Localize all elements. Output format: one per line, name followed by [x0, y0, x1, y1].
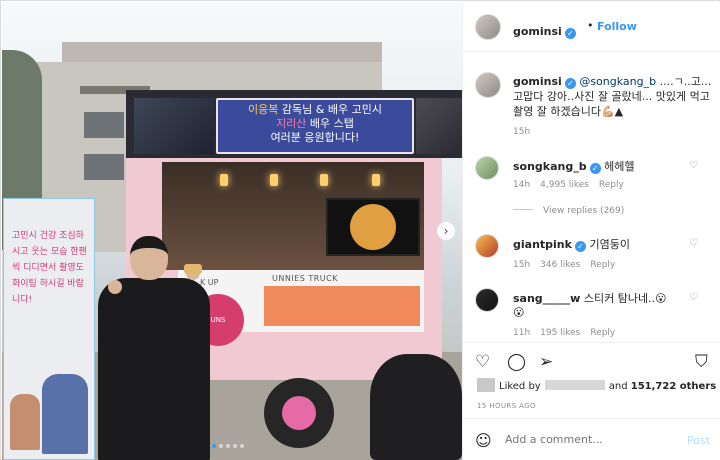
comment-meta: 15h 346 likes Reply — [513, 260, 625, 270]
heart-icon[interactable]: ♡ — [475, 353, 490, 371]
follow-button[interactable]: Follow — [597, 20, 637, 33]
person-hand — [108, 280, 122, 294]
comment-username[interactable]: giantpink — [513, 238, 572, 251]
post-photo[interactable]: 이응복 감독님 & 배우 고민시 지리산 배우 스탭 여러분 응원합니다! UN… — [2, 2, 462, 460]
emoji-icon[interactable]: ☺ — [475, 431, 492, 450]
comment-likes[interactable]: 346 likes — [540, 260, 580, 270]
pickup-label: K UP — [200, 278, 219, 287]
view-replies-line — [513, 209, 533, 210]
comment-username[interactable]: songkang_b — [513, 160, 587, 173]
banner-portrait-left — [134, 98, 214, 154]
liked-avatar[interactable] — [477, 378, 495, 392]
comment-emoji: 😮 — [513, 306, 525, 319]
comment-icon[interactable]: ◯ — [507, 353, 526, 371]
verified-icon: ✓ — [589, 163, 601, 174]
comment-avatar[interactable] — [475, 234, 499, 258]
heart-icon[interactable]: ♡ — [689, 160, 698, 171]
photo-window — [84, 112, 124, 138]
comment-bar: ☺ Post — [463, 418, 720, 460]
liked-username-redacted[interactable] — [544, 380, 605, 390]
header-username[interactable]: gominsi ✓ — [513, 20, 576, 39]
held-snack — [184, 264, 202, 274]
comment-time: 14h — [513, 180, 531, 190]
likes-count[interactable]: 151,722 others — [631, 381, 716, 392]
carousel-dot — [219, 444, 223, 448]
truck-banner: 이응복 감독님 & 배우 고민시 지리산 배우 스탭 여러분 응원합니다! — [216, 98, 414, 154]
bookmark-icon[interactable]: ⛉ — [695, 353, 708, 371]
comment-avatar[interactable] — [475, 156, 499, 180]
comment-text: 스티커 탐나네..😮 — [583, 292, 667, 305]
comment-meta: 14h 4,995 likes Reply — [513, 180, 634, 190]
verified-icon: ✓ — [564, 28, 576, 39]
truck-lamp — [320, 174, 328, 186]
truck-screen-image — [350, 204, 396, 250]
truck-wheel-hub — [282, 396, 316, 430]
post-button[interactable]: Post — [687, 434, 710, 447]
share-icon[interactable]: ➢ — [539, 353, 553, 371]
comment-likes[interactable]: 195 likes — [540, 328, 580, 338]
reply-button[interactable]: Reply — [590, 260, 615, 270]
comment-row: songkang_b ✓ 헤헤헬 — [513, 158, 635, 174]
likes-summary: Liked by and 151,722 others — [477, 378, 716, 392]
next-slide-button[interactable]: › — [437, 222, 455, 240]
comment-time: 15h — [513, 260, 531, 270]
banner-line-3: 여러분 응원합니다! — [270, 131, 360, 144]
standee-text: 고민시 건강 조심하시고 웃는 모습 한팬씩 디디면서 촬영도 화이팅 하시길 … — [12, 231, 87, 305]
post-caption: gominsi ✓ @songkang_b ....ㄱ..고...고맙다 강아..… — [513, 74, 713, 119]
truck-lamp — [220, 174, 228, 186]
person-coat — [98, 278, 210, 460]
photo-window — [84, 154, 124, 180]
heart-icon[interactable]: ♡ — [689, 292, 698, 303]
caption-avatar[interactable] — [475, 72, 501, 98]
action-bar: ♡ ◯ ➢ ⛉ — [463, 342, 720, 382]
verified-icon: ✓ — [564, 78, 576, 89]
caption-username[interactable]: gominsi — [513, 75, 562, 88]
comment-username[interactable]: sang_____w — [513, 292, 580, 305]
comment-text: 헤헤헬 — [604, 160, 635, 173]
black-bag — [370, 354, 462, 460]
comment-row: giantpink ✓ 기염둥이 — [513, 236, 630, 252]
standee-figure — [10, 394, 40, 450]
carousel-dot — [240, 444, 244, 448]
verified-icon: ✓ — [574, 241, 586, 252]
comment-meta: 11h 195 likes Reply — [513, 328, 625, 338]
post-time-ago: 15 HOURS AGO — [477, 402, 536, 410]
reply-button[interactable]: Reply — [590, 328, 615, 338]
comment-text: 기염둥이 — [589, 238, 630, 251]
carousel-dots — [212, 444, 244, 448]
caption-mention[interactable]: @songkang_b — [579, 75, 656, 88]
add-comment-input[interactable] — [505, 433, 675, 446]
standee-figure — [42, 374, 88, 454]
banner-line-1: 이응복 감독님 & 배우 고민시 — [248, 103, 382, 116]
truck-lamp — [270, 174, 278, 186]
reply-button[interactable]: Reply — [599, 180, 624, 190]
view-replies-button[interactable]: View replies (269) — [513, 206, 624, 216]
heart-icon[interactable]: ♡ — [689, 238, 698, 249]
comment-time: 11h — [513, 328, 531, 338]
carousel-dot-active — [212, 444, 216, 448]
avatar[interactable] — [475, 14, 501, 40]
carousel-dot — [226, 444, 230, 448]
truck-lamp — [372, 174, 380, 186]
comment-likes[interactable]: 4,995 likes — [540, 180, 589, 190]
banner-line-2: 지리산 배우 스탭 — [276, 117, 354, 130]
comment-avatar[interactable] — [475, 288, 499, 312]
post-side-panel: gominsi ✓ • Follow gominsi ✓ @songkang_b .… — [462, 2, 720, 460]
header-separator: • — [587, 19, 594, 32]
banner-portrait-right — [416, 98, 462, 154]
carousel-dot — [233, 444, 237, 448]
caption-time: 15h — [513, 127, 531, 137]
comment-row: sang_____w 스티커 탐나네..😮 — [513, 290, 667, 306]
instagram-post-frame: 이응복 감독님 & 배우 고민시 지리산 배우 스탭 여러분 응원합니다! UN… — [0, 0, 720, 460]
truck-counter-light — [264, 286, 420, 326]
person-head — [130, 236, 168, 280]
truck-name: UNNIES TRUCK — [272, 274, 338, 283]
post-header: gominsi ✓ • Follow — [463, 2, 720, 52]
